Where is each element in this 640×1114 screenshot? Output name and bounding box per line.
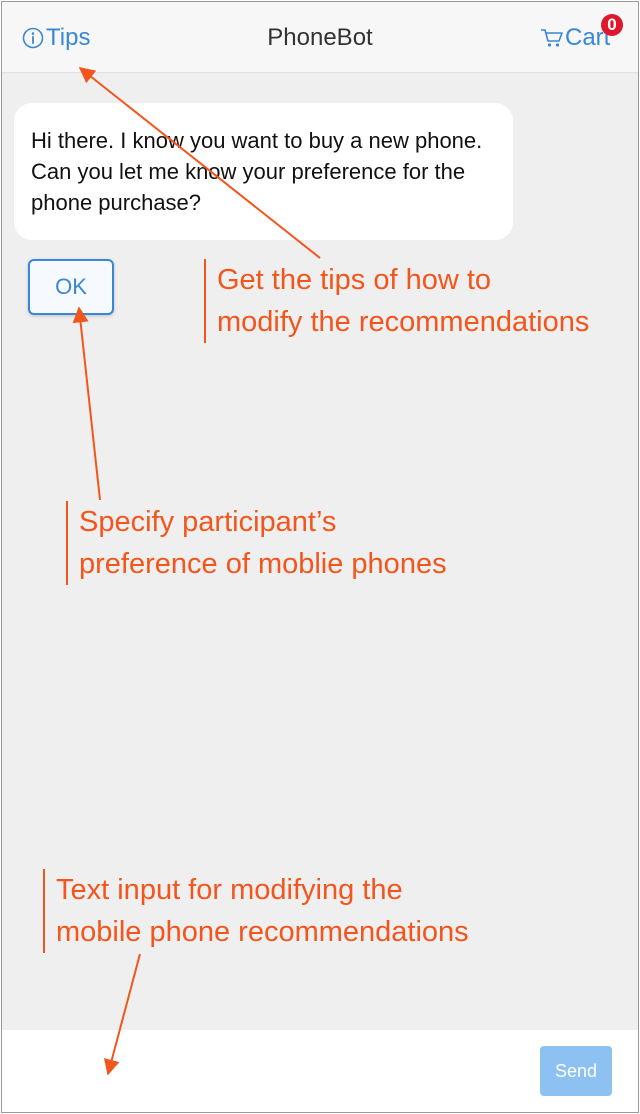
ok-button[interactable]: OK [28, 259, 114, 315]
shopping-cart-icon [540, 27, 564, 49]
cart-count-badge: 0 [601, 14, 623, 36]
send-button[interactable]: Send [540, 1046, 612, 1096]
annotation-preference: Specify participant’s preference of mobl… [66, 501, 447, 585]
annotation-text-input: Text input for modifying the mobile phon… [43, 869, 469, 953]
annotation-tips: Get the tips of how to modify the recomm… [204, 259, 589, 343]
input-bar: Send [2, 1030, 638, 1112]
cart-button[interactable]: Cart [540, 24, 610, 52]
header-bar: Tips PhoneBot Cart 0 [2, 2, 638, 73]
message-input[interactable] [12, 1044, 526, 1100]
bot-message-bubble: Hi there. I know you want to buy a new p… [14, 103, 513, 240]
